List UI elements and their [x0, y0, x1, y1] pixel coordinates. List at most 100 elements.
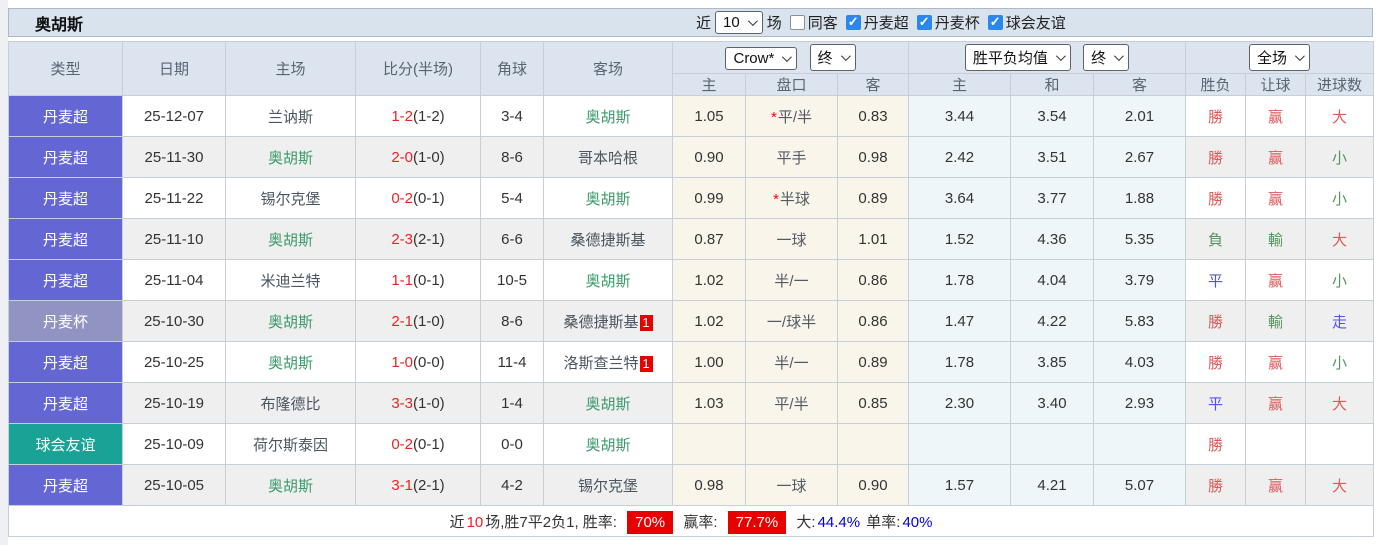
score-cell: 1-1(0-1)	[355, 259, 481, 301]
league-type-badge: 丹麦超	[8, 382, 123, 424]
matches-label: 场	[766, 15, 782, 32]
match-date: 25-11-30	[122, 136, 226, 178]
big-label: 大:	[796, 513, 816, 531]
danish-cup-checkbox[interactable]	[916, 14, 932, 30]
handicap-away-odds: 1.01	[837, 218, 909, 260]
single-label: 单率:	[866, 513, 901, 531]
avg-draw-odds: 4.36	[1010, 218, 1094, 260]
match-date: 25-10-05	[122, 464, 226, 506]
handicap-line: *半球	[745, 177, 838, 219]
corners-cell: 0-0	[480, 423, 544, 465]
col-header-home: 主场	[225, 41, 356, 96]
handicap-line-text: 平/半	[774, 395, 809, 413]
avg-draw-odds: 3.85	[1010, 341, 1094, 383]
avg-home-odds: 2.30	[908, 382, 1011, 424]
match-date: 25-10-30	[122, 300, 226, 342]
avg-home-odds: 3.64	[908, 177, 1011, 219]
win-odds-label: 赢率:	[683, 513, 718, 531]
summary-record: 场,胜7平2负1, 胜率:	[485, 513, 617, 531]
club-friendly-checkbox[interactable]	[987, 14, 1003, 30]
avg-draw-odds: 3.40	[1010, 382, 1094, 424]
match-count-select[interactable]: 10	[715, 11, 763, 34]
league-type-badge: 球会友谊	[8, 423, 123, 465]
handicap-line-text: 半/一	[774, 354, 809, 372]
corners-cell: 8-6	[480, 136, 544, 178]
handicap-home-odds: 0.87	[672, 218, 746, 260]
europe-odds-select[interactable]: 胜平负均值	[964, 44, 1071, 71]
handicap-line: 半/一	[745, 259, 838, 301]
away-team-name: 奥胡斯	[585, 272, 631, 290]
home-team: 奥胡斯	[225, 136, 356, 178]
league-type-badge: 丹麦超	[8, 218, 123, 260]
away-team-name: 奥胡斯	[585, 190, 631, 208]
half-time-score: (1-0)	[413, 148, 445, 166]
home-team: 锡尔克堡	[225, 177, 356, 219]
result-goals: 小	[1304, 259, 1375, 301]
result-outcome: 負	[1185, 218, 1246, 260]
match-row: 丹麦超 25-11-04 米迪兰特 1-1(0-1) 10-5 奥胡斯 1.02 半/一 0.8…	[8, 259, 1375, 301]
result-goals: 小	[1304, 341, 1375, 383]
match-date: 25-10-19	[122, 382, 226, 424]
avg-home-odds	[908, 423, 1011, 465]
europe-final-select[interactable]: 终	[1083, 44, 1130, 71]
odds-final-select[interactable]: 终	[809, 44, 856, 71]
match-row: 丹麦超 25-11-22 锡尔克堡 0-2(0-1) 5-4 奥胡斯 0.99 *半球 0.89…	[8, 177, 1375, 219]
result-outcome: 勝	[1185, 300, 1246, 342]
col-header-score: 比分(半场)	[355, 41, 481, 96]
avg-home-odds: 3.44	[908, 95, 1011, 137]
result-goals: 大	[1304, 464, 1375, 506]
match-date: 25-11-22	[122, 177, 226, 219]
score-cell: 3-3(1-0)	[355, 382, 481, 424]
corners-cell: 11-4	[480, 341, 544, 383]
league-type-badge: 丹麦超	[8, 259, 123, 301]
danish-superliga-checkbox[interactable]	[845, 14, 861, 30]
avg-draw-odds	[1010, 423, 1094, 465]
col-header-away: 客场	[543, 41, 673, 96]
home-team: 奥胡斯	[225, 218, 356, 260]
handicap-home-odds: 0.90	[672, 136, 746, 178]
handicap-home-odds	[672, 423, 746, 465]
away-team-name: 奥胡斯	[585, 395, 631, 413]
match-date: 25-11-10	[122, 218, 226, 260]
full-time-score: 1-2	[391, 107, 413, 125]
corners-cell: 5-4	[480, 177, 544, 219]
result-goals: 大	[1304, 382, 1375, 424]
result-outcome: 勝	[1185, 464, 1246, 506]
avg-draw-odds: 4.21	[1010, 464, 1094, 506]
home-team: 布隆德比	[225, 382, 356, 424]
score-cell: 0-2(0-1)	[355, 177, 481, 219]
match-row: 丹麦超 25-11-10 奥胡斯 2-3(2-1) 6-6 桑德捷斯基 0.87 一球 1.01…	[8, 218, 1375, 260]
avg-home-odds: 1.78	[908, 341, 1011, 383]
score-cell: 0-2(0-1)	[355, 423, 481, 465]
home-team: 米迪兰特	[225, 259, 356, 301]
avg-home-odds: 2.42	[908, 136, 1011, 178]
same-away-checkbox[interactable]	[789, 15, 805, 30]
result-outcome: 勝	[1185, 423, 1246, 465]
away-team: 奥胡斯	[543, 259, 673, 301]
result-handicap: 赢	[1245, 382, 1306, 424]
match-row: 丹麦超 25-10-25 奥胡斯 1-0(0-0) 11-4 洛斯查兰特 1 1.00 半/一 0…	[8, 341, 1375, 383]
corners-cell: 6-6	[480, 218, 544, 260]
team-title: 奥胡斯	[35, 16, 84, 34]
avg-away-odds: 5.83	[1093, 300, 1186, 342]
avg-draw-odds: 3.51	[1010, 136, 1094, 178]
avg-home-odds: 1.52	[908, 218, 1011, 260]
league-type-badge: 丹麦超	[8, 341, 123, 383]
result-handicap: 赢	[1245, 464, 1306, 506]
half-time-score: (1-2)	[413, 107, 445, 125]
handicap-away-odds	[837, 423, 909, 465]
odds-provider-select[interactable]: Crow*	[725, 47, 798, 70]
scope-select[interactable]: 全场	[1249, 44, 1311, 71]
danish-superliga-label: 丹麦超	[863, 15, 909, 32]
handicap-home-odds: 0.99	[672, 177, 746, 219]
handicap-away-odds: 0.83	[837, 95, 909, 137]
full-time-score: 0-2	[391, 189, 413, 207]
score-cell: 1-0(0-0)	[355, 341, 481, 383]
home-team-name: 奥胡斯	[267, 477, 313, 495]
team-history-widget: 奥胡斯 近 10 场 同客 丹麦超 丹麦杯 球会友谊	[7, 8, 1375, 537]
avg-away-odds: 5.07	[1093, 464, 1186, 506]
result-handicap: 赢	[1245, 136, 1306, 178]
away-team: 哥本哈根	[543, 136, 673, 178]
league-type-badge: 丹麦超	[8, 177, 123, 219]
handicap-home-odds: 1.00	[672, 341, 746, 383]
